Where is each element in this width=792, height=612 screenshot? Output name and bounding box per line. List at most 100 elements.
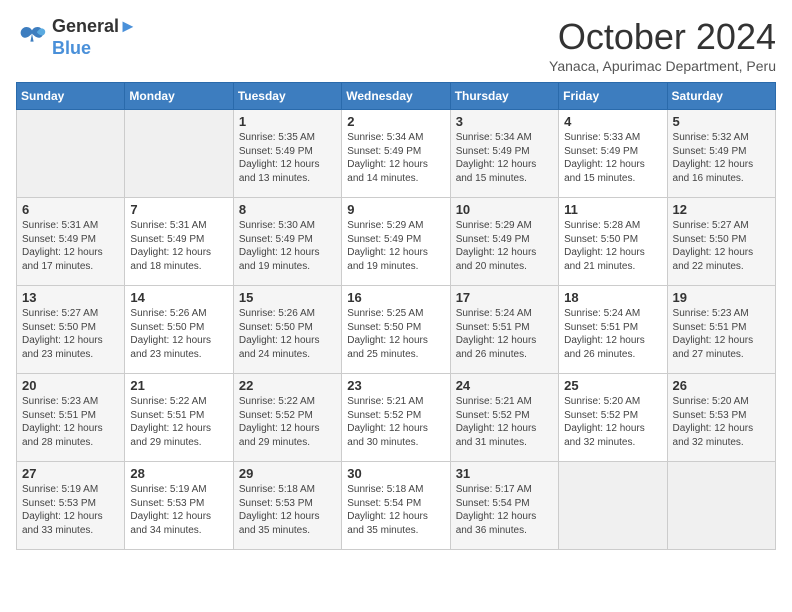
calendar-day-cell: 13 Sunrise: 5:27 AMSunset: 5:50 PMDayligh… [17,286,125,374]
day-number: 28 [130,466,227,481]
day-info: Sunrise: 5:23 AMSunset: 5:51 PMDaylight:… [22,395,119,449]
day-info: Sunrise: 5:19 AMSunset: 5:53 PMDaylight:… [22,483,119,537]
day-number: 5 [673,114,770,129]
calendar-day-cell: 27 Sunrise: 5:19 AMSunset: 5:53 PMDayligh… [17,462,125,550]
day-of-week-header: Friday [559,83,667,110]
day-info: Sunrise: 5:34 AMSunset: 5:49 PMDaylight:… [456,131,553,185]
calendar-day-cell: 3 Sunrise: 5:34 AMSunset: 5:49 PMDaylight… [450,110,558,198]
day-of-week-header: Tuesday [233,83,341,110]
day-info: Sunrise: 5:25 AMSunset: 5:50 PMDaylight:… [347,307,444,361]
calendar-day-cell: 14Sunrise: 5:26 AMSunset: 5:50 PMDayligh… [125,286,233,374]
day-info: Sunrise: 5:27 AMSunset: 5:50 PMDaylight:… [22,307,119,361]
day-of-week-header: Saturday [667,83,775,110]
title-block: October 2024 Yanaca, Apurimac Department… [549,16,776,74]
calendar-day-cell: 24 Sunrise: 5:21 AMSunset: 5:52 PMDayligh… [450,374,558,462]
day-of-week-header: Thursday [450,83,558,110]
subtitle: Yanaca, Apurimac Department, Peru [549,58,776,74]
day-number: 23 [347,378,444,393]
logo: General► Blue [16,16,137,59]
calendar-week-row: 1Sunrise: 5:35 AMSunset: 5:49 PMDaylight… [17,110,776,198]
day-of-week-header: Sunday [17,83,125,110]
day-number: 16 [347,290,444,305]
day-number: 22 [239,378,336,393]
day-info: Sunrise: 5:32 AMSunset: 5:49 PMDaylight:… [673,131,770,185]
day-info: Sunrise: 5:35 AMSunset: 5:49 PMDaylight:… [239,131,336,185]
calendar-day-cell [125,110,233,198]
day-number: 18 [564,290,661,305]
calendar-day-cell: 28 Sunrise: 5:19 AMSunset: 5:53 PMDayligh… [125,462,233,550]
calendar-day-cell: 1Sunrise: 5:35 AMSunset: 5:49 PMDaylight… [233,110,341,198]
calendar-day-cell: 22Sunrise: 5:22 AMSunset: 5:52 PMDayligh… [233,374,341,462]
calendar-day-cell [667,462,775,550]
calendar-day-cell: 4 Sunrise: 5:33 AMSunset: 5:49 PMDaylight… [559,110,667,198]
calendar-day-cell: 6 Sunrise: 5:31 AMSunset: 5:49 PMDaylight… [17,198,125,286]
calendar-day-cell: 7Sunrise: 5:31 AMSunset: 5:49 PMDaylight… [125,198,233,286]
day-number: 17 [456,290,553,305]
day-info: Sunrise: 5:22 AMSunset: 5:51 PMDaylight:… [130,395,227,449]
day-info: Sunrise: 5:19 AMSunset: 5:53 PMDaylight:… [130,483,227,537]
calendar-header-row: SundayMondayTuesdayWednesdayThursdayFrid… [17,83,776,110]
calendar-week-row: 6 Sunrise: 5:31 AMSunset: 5:49 PMDaylight… [17,198,776,286]
day-info: Sunrise: 5:20 AMSunset: 5:52 PMDaylight:… [564,395,661,449]
day-number: 24 [456,378,553,393]
calendar-day-cell [559,462,667,550]
day-info: Sunrise: 5:27 AMSunset: 5:50 PMDaylight:… [673,219,770,273]
day-number: 26 [673,378,770,393]
day-number: 4 [564,114,661,129]
day-info: Sunrise: 5:24 AMSunset: 5:51 PMDaylight:… [456,307,553,361]
calendar-day-cell: 29 Sunrise: 5:18 AMSunset: 5:53 PMDayligh… [233,462,341,550]
day-info: Sunrise: 5:29 AMSunset: 5:49 PMDaylight:… [347,219,444,273]
month-title: October 2024 [549,16,776,58]
day-number: 25 [564,378,661,393]
day-info: Sunrise: 5:28 AMSunset: 5:50 PMDaylight:… [564,219,661,273]
day-info: Sunrise: 5:31 AMSunset: 5:49 PMDaylight:… [22,219,119,273]
day-number: 10 [456,202,553,217]
day-number: 27 [22,466,119,481]
calendar-day-cell: 30Sunrise: 5:18 AMSunset: 5:54 PMDayligh… [342,462,450,550]
calendar-day-cell: 31 Sunrise: 5:17 AMSunset: 5:54 PMDayligh… [450,462,558,550]
day-info: Sunrise: 5:29 AMSunset: 5:49 PMDaylight:… [456,219,553,273]
calendar-day-cell: 9Sunrise: 5:29 AMSunset: 5:49 PMDaylight… [342,198,450,286]
calendar-day-cell: 23Sunrise: 5:21 AMSunset: 5:52 PMDayligh… [342,374,450,462]
day-of-week-header: Monday [125,83,233,110]
day-number: 15 [239,290,336,305]
calendar-day-cell [17,110,125,198]
day-number: 13 [22,290,119,305]
calendar-day-cell: 25 Sunrise: 5:20 AMSunset: 5:52 PMDayligh… [559,374,667,462]
day-info: Sunrise: 5:23 AMSunset: 5:51 PMDaylight:… [673,307,770,361]
calendar-day-cell: 15Sunrise: 5:26 AMSunset: 5:50 PMDayligh… [233,286,341,374]
day-number: 30 [347,466,444,481]
day-of-week-header: Wednesday [342,83,450,110]
calendar-day-cell: 12 Sunrise: 5:27 AMSunset: 5:50 PMDayligh… [667,198,775,286]
day-info: Sunrise: 5:17 AMSunset: 5:54 PMDaylight:… [456,483,553,537]
calendar-day-cell: 17 Sunrise: 5:24 AMSunset: 5:51 PMDayligh… [450,286,558,374]
calendar-week-row: 13 Sunrise: 5:27 AMSunset: 5:50 PMDayligh… [17,286,776,374]
calendar-day-cell: 19 Sunrise: 5:23 AMSunset: 5:51 PMDayligh… [667,286,775,374]
day-number: 29 [239,466,336,481]
day-number: 3 [456,114,553,129]
day-number: 6 [22,202,119,217]
day-info: Sunrise: 5:20 AMSunset: 5:53 PMDaylight:… [673,395,770,449]
day-info: Sunrise: 5:26 AMSunset: 5:50 PMDaylight:… [130,307,227,361]
page-header: General► Blue October 2024 Yanaca, Apuri… [16,16,776,74]
calendar-day-cell: 8Sunrise: 5:30 AMSunset: 5:49 PMDaylight… [233,198,341,286]
calendar-table: SundayMondayTuesdayWednesdayThursdayFrid… [16,82,776,550]
calendar-day-cell: 18 Sunrise: 5:24 AMSunset: 5:51 PMDayligh… [559,286,667,374]
day-info: Sunrise: 5:31 AMSunset: 5:49 PMDaylight:… [130,219,227,273]
calendar-day-cell: 2Sunrise: 5:34 AMSunset: 5:49 PMDaylight… [342,110,450,198]
day-number: 21 [130,378,227,393]
day-info: Sunrise: 5:24 AMSunset: 5:51 PMDaylight:… [564,307,661,361]
day-info: Sunrise: 5:18 AMSunset: 5:53 PMDaylight:… [239,483,336,537]
day-number: 31 [456,466,553,481]
day-info: Sunrise: 5:34 AMSunset: 5:49 PMDaylight:… [347,131,444,185]
day-info: Sunrise: 5:33 AMSunset: 5:49 PMDaylight:… [564,131,661,185]
calendar-day-cell: 16 Sunrise: 5:25 AMSunset: 5:50 PMDayligh… [342,286,450,374]
calendar-week-row: 20Sunrise: 5:23 AMSunset: 5:51 PMDayligh… [17,374,776,462]
calendar-day-cell: 11Sunrise: 5:28 AMSunset: 5:50 PMDayligh… [559,198,667,286]
calendar-day-cell: 21 Sunrise: 5:22 AMSunset: 5:51 PMDayligh… [125,374,233,462]
calendar-day-cell: 26 Sunrise: 5:20 AMSunset: 5:53 PMDayligh… [667,374,775,462]
day-number: 19 [673,290,770,305]
logo-text: General► Blue [52,16,137,59]
day-info: Sunrise: 5:21 AMSunset: 5:52 PMDaylight:… [456,395,553,449]
day-number: 12 [673,202,770,217]
